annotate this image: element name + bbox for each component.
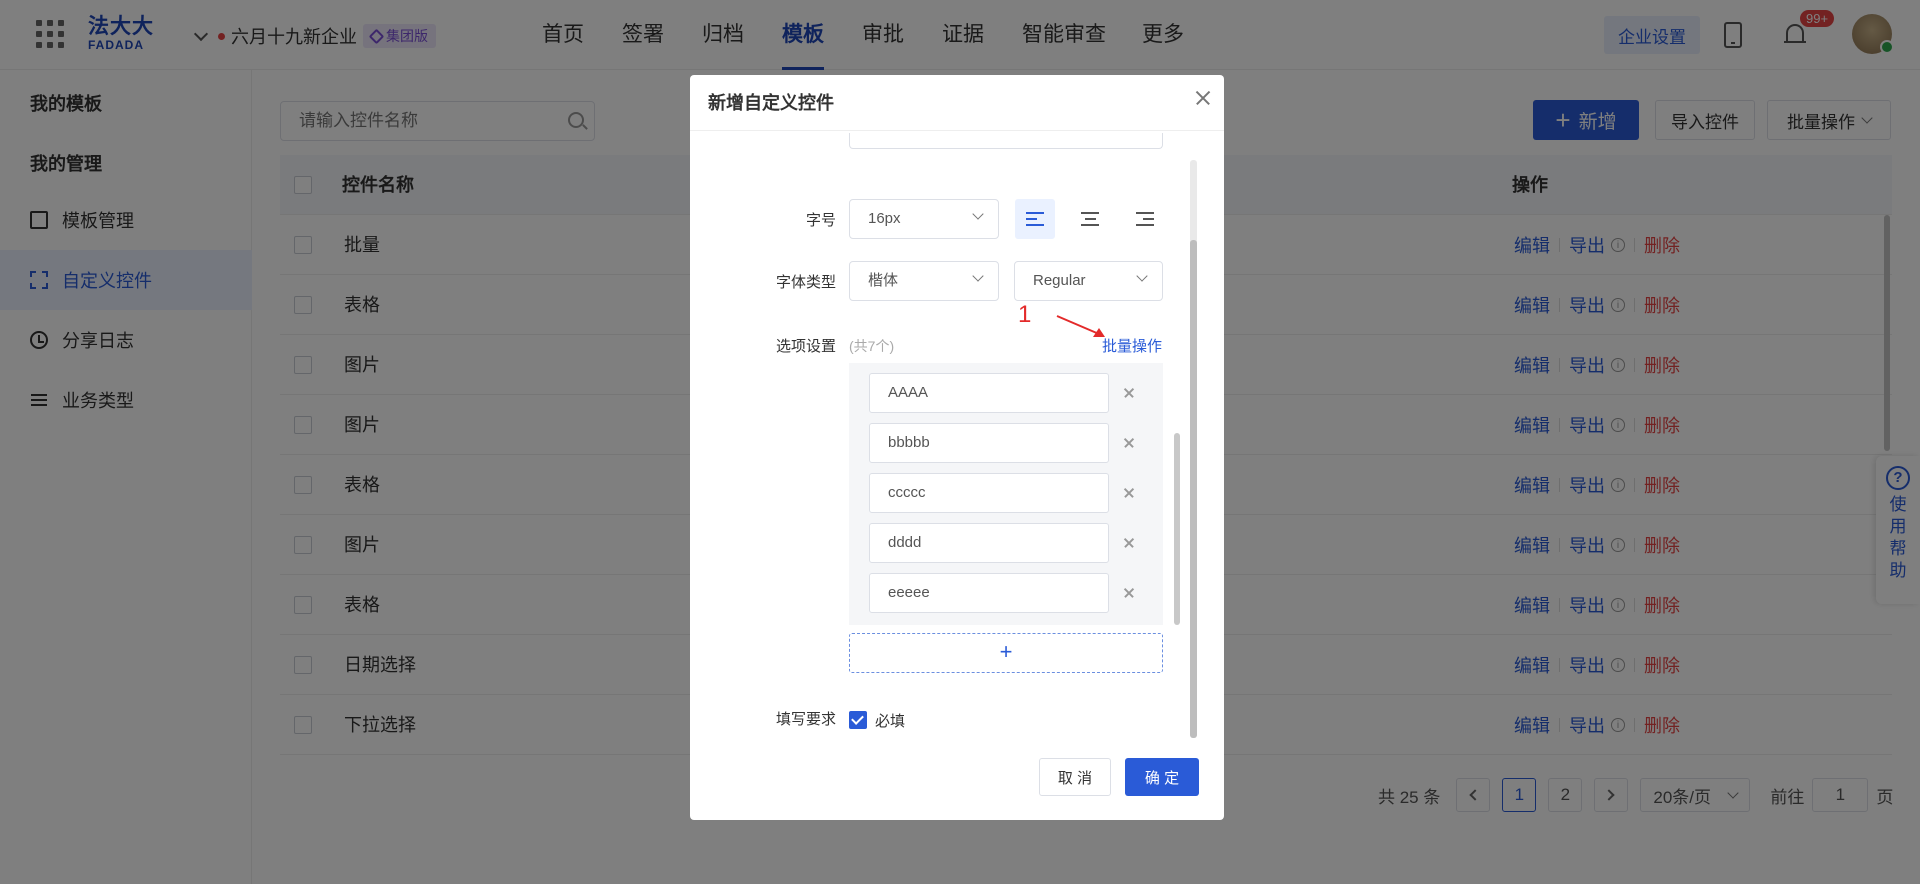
- confirm-button[interactable]: 确 定: [1125, 758, 1199, 796]
- option-input[interactable]: ccccc: [869, 473, 1109, 513]
- align-center-button[interactable]: [1070, 199, 1110, 239]
- dialog-scrollbar[interactable]: [1190, 160, 1197, 738]
- remove-option-icon[interactable]: [1123, 387, 1135, 399]
- font-size-value: 16px: [868, 210, 901, 227]
- dialog-title: 新增自定义控件: [708, 93, 834, 113]
- cancel-button[interactable]: 取 消: [1039, 758, 1111, 796]
- font-family-value: 楷体: [868, 272, 899, 289]
- option-input[interactable]: dddd: [869, 523, 1109, 563]
- remove-option-icon[interactable]: [1123, 537, 1135, 549]
- required-checkbox-label: 必填: [875, 713, 906, 730]
- font-size-select[interactable]: 16px: [849, 199, 999, 239]
- options-label: 选项设置: [775, 338, 836, 355]
- align-right-button[interactable]: [1125, 199, 1165, 239]
- remove-option-icon[interactable]: [1123, 487, 1135, 499]
- option-input[interactable]: bbbbb: [869, 423, 1109, 463]
- font-weight-select[interactable]: Regular: [1014, 261, 1163, 301]
- align-left-button[interactable]: [1015, 199, 1055, 239]
- close-icon[interactable]: [1194, 89, 1212, 107]
- partial-select-field[interactable]: [849, 133, 1163, 149]
- required-label: 填写要求: [775, 711, 836, 728]
- annotation-arrow-icon: [1056, 315, 1105, 337]
- add-option-button[interactable]: +: [849, 633, 1163, 673]
- options-count: (共7个): [849, 338, 895, 354]
- font-size-label: 字号: [805, 212, 836, 229]
- font-weight-value: Regular: [1033, 272, 1086, 289]
- options-scrollbar[interactable]: [1174, 363, 1180, 625]
- option-input[interactable]: AAAA: [869, 373, 1109, 413]
- batch-operation-link[interactable]: 批量操作: [1102, 335, 1162, 356]
- remove-option-icon[interactable]: [1123, 437, 1135, 449]
- option-input[interactable]: eeeee: [869, 573, 1109, 613]
- font-type-label: 字体类型: [775, 274, 836, 291]
- options-panel: AAAA bbbbb ccccc dddd eeeee: [849, 363, 1163, 625]
- dialog-divider: [690, 130, 1224, 131]
- chevron-down-icon: [972, 208, 984, 220]
- chevron-down-icon: [972, 270, 984, 282]
- annotation-number: 1: [1018, 301, 1032, 328]
- remove-option-icon[interactable]: [1123, 587, 1135, 599]
- font-family-select[interactable]: 楷体: [849, 261, 999, 301]
- chevron-down-icon: [1136, 270, 1148, 282]
- add-custom-control-dialog: 新增自定义控件 字号 16px 字体类型 楷体 Regular 选项设置 (共7…: [690, 75, 1224, 820]
- required-checkbox[interactable]: [849, 711, 867, 729]
